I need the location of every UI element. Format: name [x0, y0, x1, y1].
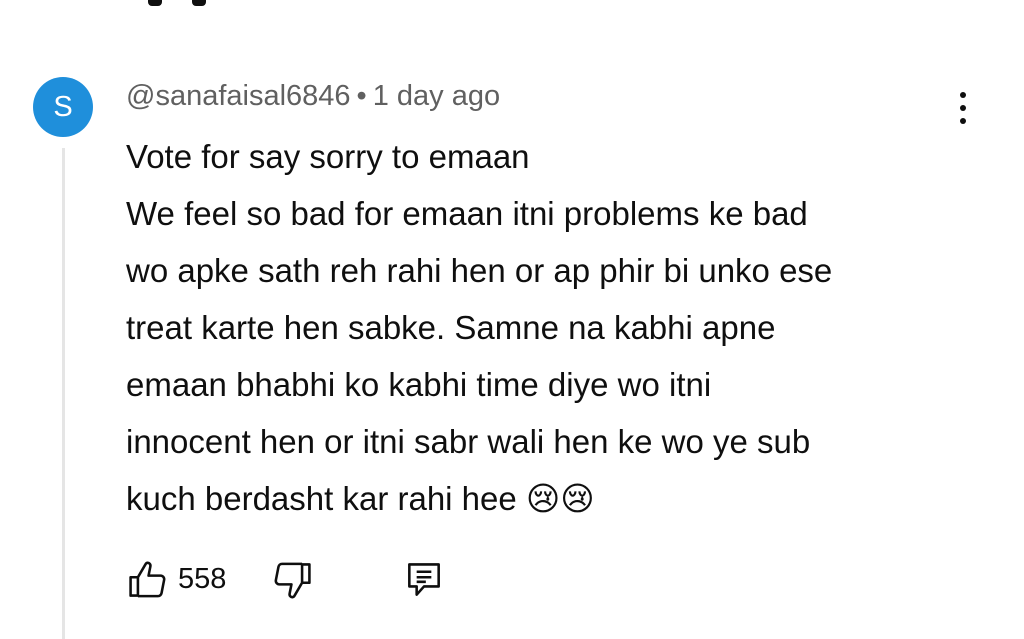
reply-button[interactable]	[402, 558, 446, 602]
comment-line: wo apke sath reh rahi hen or ap phir bi …	[126, 252, 833, 289]
more-vertical-icon	[960, 105, 966, 111]
comment-text: Vote for say sorry to emaan We feel so b…	[126, 128, 986, 527]
like-count: 558	[178, 563, 227, 595]
more-options-button[interactable]	[950, 88, 976, 128]
previous-comment-fragment	[0, 0, 1024, 10]
comment-line: We feel so bad for emaan itni problems k…	[126, 195, 808, 232]
text-fragment	[192, 0, 206, 6]
comment-screen: S @sanafaisal6846 • 1 day ago Vote for say…	[0, 0, 1024, 639]
thumbs-up-icon	[129, 561, 166, 598]
comment-line: emaan bhabhi ko kabhi time diye wo itni	[126, 366, 712, 403]
meta-separator: •	[356, 80, 367, 112]
comment-meta: @sanafaisal6846 • 1 day ago	[126, 80, 500, 113]
comment-line: innocent hen or itni sabr wali hen ke wo…	[126, 423, 811, 460]
text-fragment	[148, 0, 162, 6]
more-vertical-icon	[960, 92, 966, 98]
dislike-button[interactable]	[270, 558, 314, 602]
comment-line: treat karte hen sabke. Samne na kabhi ap…	[126, 309, 776, 346]
like-button[interactable]	[126, 558, 170, 602]
more-vertical-icon	[960, 118, 966, 124]
author-handle[interactable]: @sanafaisal6846	[126, 80, 351, 112]
thread-line	[62, 148, 65, 639]
avatar[interactable]: S	[33, 77, 93, 137]
comment-line: Vote for say sorry to emaan	[126, 138, 530, 175]
comment-line: kuch berdasht kar rahi hee 😢😢	[126, 480, 595, 517]
comment-timestamp: 1 day ago	[372, 80, 501, 112]
reply-comment-icon	[408, 563, 440, 596]
thumbs-down-icon	[274, 562, 311, 599]
comment-actions: 558	[126, 558, 466, 602]
